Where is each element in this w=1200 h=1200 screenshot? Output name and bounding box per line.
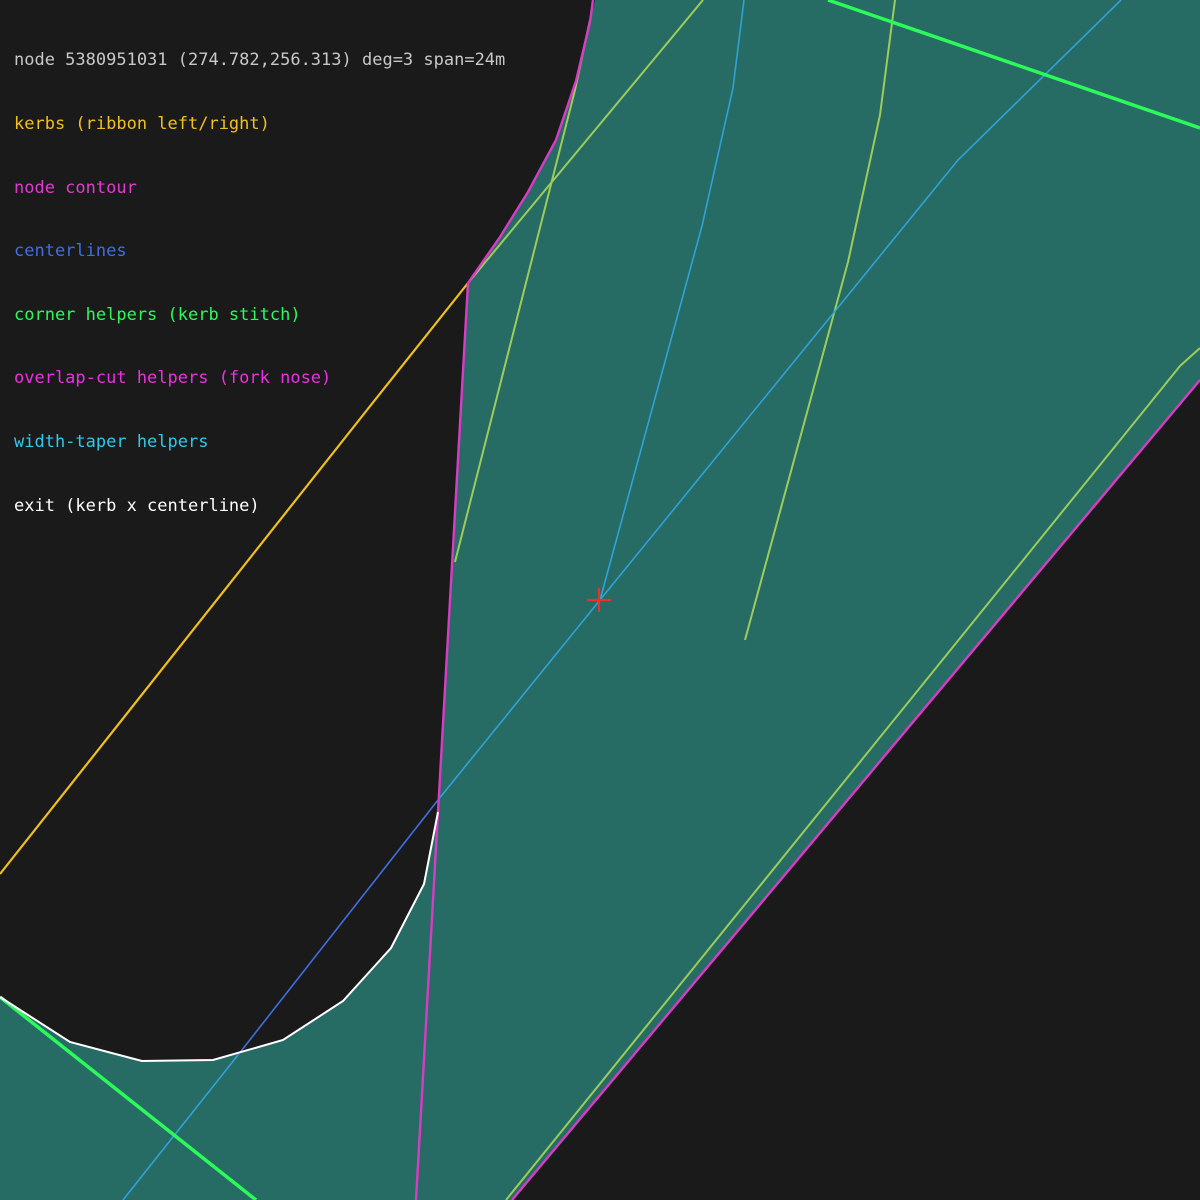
node-viewport — [0, 0, 1200, 1200]
